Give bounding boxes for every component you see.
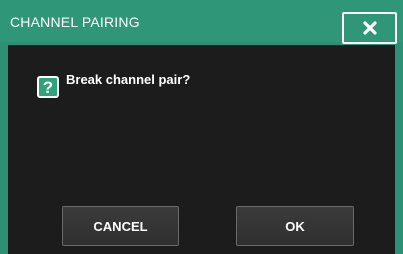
cancel-button[interactable]: CANCEL xyxy=(62,206,179,246)
dialog-title: CHANNEL PAIRING xyxy=(10,14,140,30)
dialog-message: Break channel pair? xyxy=(66,72,191,87)
ok-button-label: OK xyxy=(285,218,305,234)
cancel-button-label: CANCEL xyxy=(93,218,148,234)
close-button[interactable] xyxy=(342,12,397,44)
dialog-title-bar: CHANNEL PAIRING xyxy=(0,0,403,44)
channel-pairing-dialog: CHANNEL PAIRING ? Break channel pair? CA… xyxy=(0,0,403,254)
close-icon xyxy=(362,20,378,36)
question-icon: ? xyxy=(37,76,59,98)
ok-button[interactable]: OK xyxy=(236,206,354,246)
